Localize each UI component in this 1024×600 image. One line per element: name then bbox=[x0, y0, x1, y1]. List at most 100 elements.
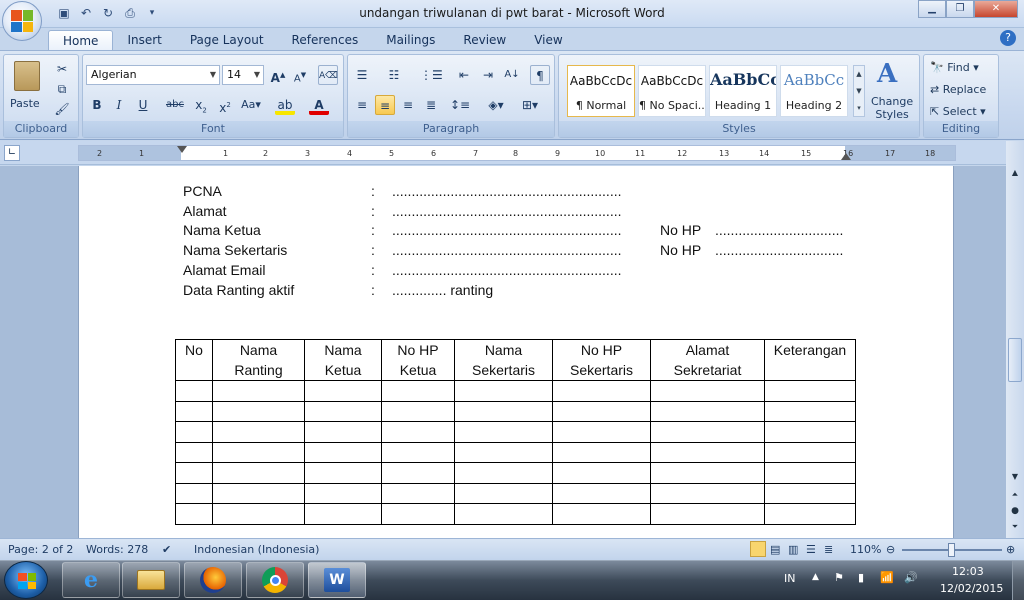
underline-icon[interactable]: U bbox=[133, 95, 153, 115]
scroll-down-icon[interactable]: ▼ bbox=[1008, 470, 1022, 484]
show-hidden-icons[interactable]: ▲ bbox=[812, 572, 819, 582]
table-cell[interactable] bbox=[650, 421, 765, 443]
show-desktop-button[interactable] bbox=[1012, 561, 1024, 600]
table-cell[interactable] bbox=[304, 421, 382, 443]
font-size-combo[interactable]: 14 ▼ bbox=[222, 65, 264, 85]
superscript-icon[interactable]: x2 bbox=[215, 95, 235, 115]
table-cell[interactable] bbox=[650, 482, 765, 504]
table-cell[interactable] bbox=[764, 400, 856, 422]
web-layout-view-icon[interactable]: ▥ bbox=[788, 543, 798, 556]
tab-insert[interactable]: Insert bbox=[113, 30, 175, 50]
line-spacing-icon[interactable]: ↕≡ bbox=[450, 95, 470, 115]
table-cell[interactable] bbox=[552, 421, 651, 443]
draft-view-icon[interactable]: ≣ bbox=[824, 543, 833, 556]
table-cell[interactable] bbox=[764, 421, 856, 443]
table-cell[interactable] bbox=[381, 441, 455, 463]
table-cell[interactable] bbox=[304, 400, 382, 422]
borders-icon[interactable]: ⊞▾ bbox=[520, 95, 540, 115]
table-cell[interactable] bbox=[650, 380, 765, 402]
bold-icon[interactable]: B bbox=[87, 95, 107, 115]
tab-selector-icon[interactable]: ∟ bbox=[4, 145, 20, 161]
table-cell[interactable] bbox=[175, 441, 213, 463]
paste-icon[interactable] bbox=[14, 61, 40, 91]
volume-icon[interactable]: 🔊 bbox=[904, 571, 918, 584]
table-cell[interactable] bbox=[175, 400, 213, 422]
table-cell[interactable] bbox=[764, 503, 856, 525]
table-cell[interactable] bbox=[212, 400, 305, 422]
table-cell[interactable] bbox=[381, 421, 455, 443]
clear-formatting-icon[interactable]: A⌫ bbox=[318, 65, 338, 85]
strikethrough-icon[interactable]: abc bbox=[165, 95, 185, 115]
select-browse-object-icon[interactable]: ● bbox=[1008, 504, 1022, 518]
table-cell[interactable] bbox=[304, 441, 382, 463]
battery-icon[interactable]: ▮ bbox=[858, 571, 864, 584]
subscript-icon[interactable]: x2 bbox=[191, 95, 211, 115]
table-cell[interactable] bbox=[650, 462, 765, 484]
table-cell[interactable] bbox=[175, 462, 213, 484]
shading-icon[interactable]: ◈▾ bbox=[486, 95, 506, 115]
tab-home[interactable]: Home bbox=[48, 30, 114, 50]
taskbar-firefox[interactable] bbox=[184, 562, 242, 598]
print-layout-view-icon[interactable] bbox=[750, 541, 766, 557]
table-cell[interactable] bbox=[454, 441, 553, 463]
zoom-level[interactable]: 110% bbox=[850, 543, 881, 556]
tab-mailings[interactable]: Mailings bbox=[372, 30, 449, 50]
table-cell[interactable] bbox=[175, 380, 213, 402]
clock-time[interactable]: 12:03 bbox=[952, 565, 984, 578]
zoom-in-icon[interactable]: ⊕ bbox=[1006, 543, 1015, 556]
table-cell[interactable] bbox=[175, 482, 213, 504]
office-button[interactable] bbox=[2, 1, 42, 41]
table-cell[interactable] bbox=[175, 503, 213, 525]
decrease-indent-icon[interactable]: ⇤ bbox=[454, 65, 474, 85]
zoom-out-icon[interactable]: ⊖ bbox=[886, 543, 895, 556]
table-cell[interactable] bbox=[212, 482, 305, 504]
indent-marker-icon[interactable] bbox=[177, 146, 187, 153]
action-center-icon[interactable]: ⚑ bbox=[834, 571, 844, 584]
cut-icon[interactable]: ✂ bbox=[52, 59, 72, 79]
input-language[interactable]: IN bbox=[784, 572, 795, 585]
table-cell[interactable] bbox=[212, 421, 305, 443]
align-center-icon[interactable]: ≡ bbox=[375, 95, 395, 115]
language-indicator[interactable]: Indonesian (Indonesia) bbox=[194, 543, 319, 556]
table-cell[interactable] bbox=[552, 503, 651, 525]
taskbar-ie[interactable]: e bbox=[62, 562, 120, 598]
table-cell[interactable] bbox=[764, 441, 856, 463]
numbering-icon[interactable]: ☷ bbox=[384, 65, 404, 85]
scrollbar-thumb[interactable] bbox=[1008, 338, 1022, 382]
taskbar-word[interactable]: W bbox=[308, 562, 366, 598]
table-cell[interactable] bbox=[552, 380, 651, 402]
proofing-icon[interactable]: ✔ bbox=[162, 543, 171, 556]
style-heading-1[interactable]: AaBbCc Heading 1 bbox=[709, 65, 777, 117]
scroll-up-icon[interactable]: ▲ bbox=[1008, 166, 1022, 180]
align-right-icon[interactable]: ≡ bbox=[398, 95, 418, 115]
table-cell[interactable] bbox=[650, 441, 765, 463]
replace-button[interactable]: ⇄ Replace bbox=[930, 83, 986, 96]
tab-view[interactable]: View bbox=[520, 30, 576, 50]
table-cell[interactable] bbox=[552, 400, 651, 422]
full-screen-view-icon[interactable]: ▤ bbox=[770, 543, 780, 556]
table-cell[interactable] bbox=[304, 462, 382, 484]
sort-icon[interactable]: A↓ bbox=[502, 65, 522, 85]
show-marks-icon[interactable]: ¶ bbox=[530, 65, 550, 85]
table-cell[interactable] bbox=[212, 380, 305, 402]
tab-review[interactable]: Review bbox=[449, 30, 520, 50]
select-button[interactable]: ⇱ Select ▾ bbox=[930, 105, 986, 118]
tab-references[interactable]: References bbox=[278, 30, 373, 50]
table-cell[interactable] bbox=[304, 503, 382, 525]
style-no-spacing[interactable]: AaBbCcDc ¶ No Spaci... bbox=[638, 65, 706, 117]
table-cell[interactable] bbox=[381, 482, 455, 504]
table-cell[interactable] bbox=[552, 482, 651, 504]
table-cell[interactable] bbox=[304, 380, 382, 402]
network-icon[interactable]: 📶 bbox=[880, 571, 894, 584]
italic-icon[interactable]: I bbox=[109, 95, 129, 115]
tab-page-layout[interactable]: Page Layout bbox=[176, 30, 278, 50]
taskbar-chrome[interactable] bbox=[246, 562, 304, 598]
table-cell[interactable] bbox=[381, 380, 455, 402]
minimize-button[interactable]: ▁ bbox=[918, 0, 946, 18]
table-cell[interactable] bbox=[381, 400, 455, 422]
page-indicator[interactable]: Page: 2 of 2 bbox=[8, 543, 73, 556]
zoom-slider-thumb[interactable] bbox=[948, 543, 955, 557]
start-button[interactable] bbox=[4, 561, 48, 599]
table-cell[interactable] bbox=[304, 482, 382, 504]
multilevel-list-icon[interactable]: ⋮☰ bbox=[420, 65, 443, 85]
